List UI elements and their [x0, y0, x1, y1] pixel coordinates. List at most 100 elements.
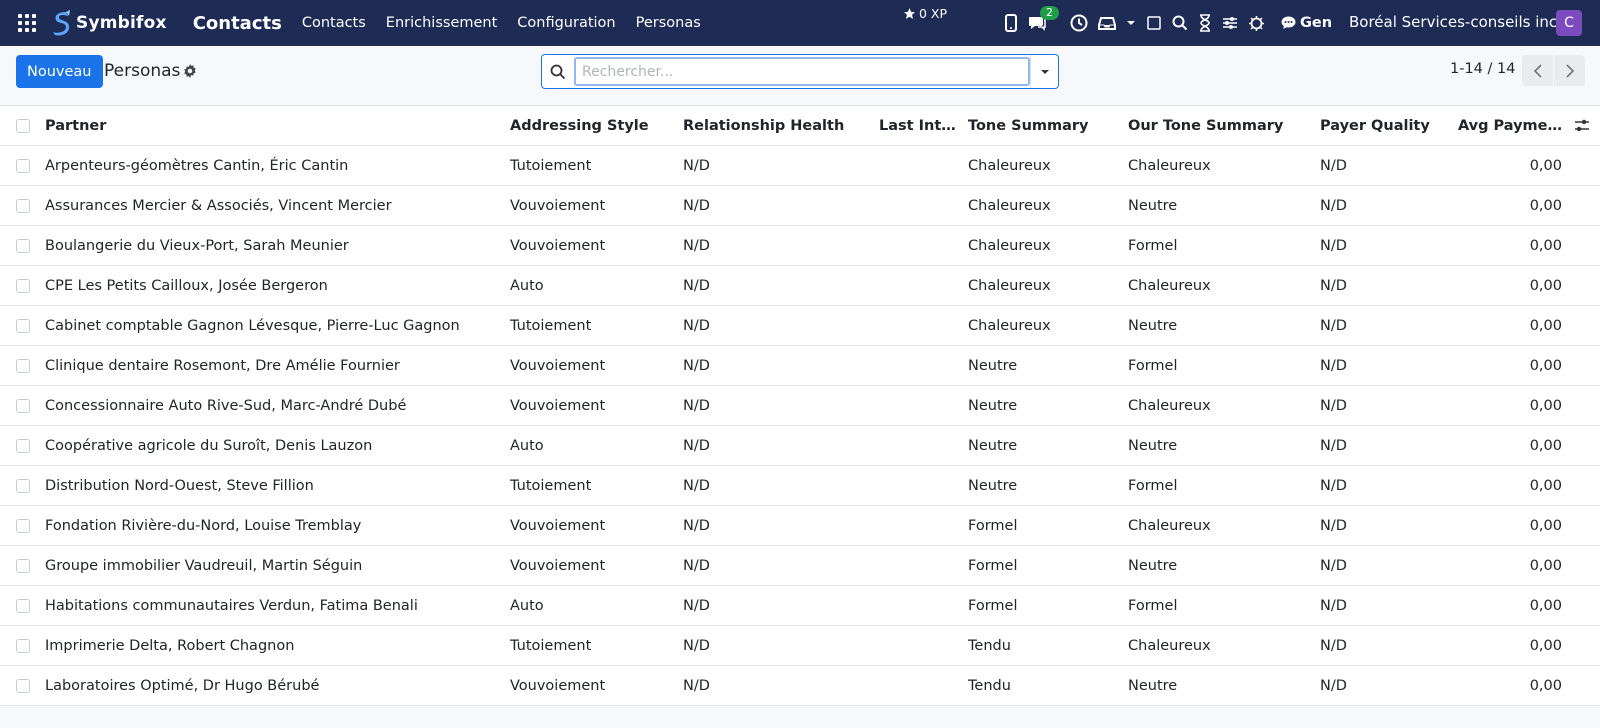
- user-avatar[interactable]: C: [1556, 10, 1582, 36]
- row-checkbox[interactable]: [16, 239, 30, 253]
- menu-item-contacts[interactable]: Contacts: [302, 15, 366, 31]
- select-all-checkbox[interactable]: [16, 119, 30, 133]
- table-row[interactable]: Assurances Mercier & Associés, Vincent M…: [0, 186, 1600, 226]
- row-checkbox[interactable]: [16, 399, 30, 413]
- cell-addressing-style: Vouvoiement: [510, 678, 606, 694]
- cell-our-tone-summary: Neutre: [1128, 558, 1178, 574]
- menu-item-configuration[interactable]: Configuration: [517, 15, 615, 31]
- menu-item-personas[interactable]: Personas: [636, 15, 701, 31]
- chat-icon[interactable]: 2: [1028, 6, 1059, 31]
- cell-tone-summary: Formel: [968, 518, 1018, 534]
- column-header-relationship-health[interactable]: Relationship Health: [683, 106, 873, 146]
- table-row[interactable]: Boulangerie du Vieux-Port, Sarah Meunier…: [0, 226, 1600, 266]
- cell-our-tone-summary: Neutre: [1128, 678, 1178, 694]
- table-row[interactable]: Laboratoires Optimé, Dr Hugo Bérubé Vouv…: [0, 666, 1600, 706]
- search-options-toggle[interactable]: [1030, 55, 1058, 88]
- table-row[interactable]: Distribution Nord-Ouest, Steve Fillion T…: [0, 466, 1600, 506]
- search-icon[interactable]: [1172, 15, 1188, 31]
- menu-item-enrichissement[interactable]: Enrichissement: [386, 15, 497, 31]
- cell-addressing-style: Vouvoiement: [510, 518, 606, 534]
- chevron-left-icon: [1533, 63, 1542, 78]
- row-checkbox[interactable]: [16, 359, 30, 373]
- row-checkbox[interactable]: [16, 319, 30, 333]
- row-checkbox[interactable]: [16, 159, 30, 173]
- column-header-avg-payment[interactable]: Avg Payme…: [1450, 106, 1562, 146]
- cell-relationship-health: N/D: [683, 318, 710, 334]
- cell-tone-summary: Neutre: [968, 358, 1018, 374]
- cell-our-tone-summary: Neutre: [1128, 438, 1178, 454]
- note-icon[interactable]: [1146, 15, 1162, 31]
- comment-icon: [1281, 16, 1296, 29]
- table-row[interactable]: Habitations communautaires Verdun, Fatim…: [0, 586, 1600, 626]
- search-icon: [542, 64, 574, 80]
- new-button[interactable]: Nouveau: [16, 55, 103, 88]
- row-checkbox[interactable]: [16, 679, 30, 693]
- row-checkbox[interactable]: [16, 279, 30, 293]
- company-switcher[interactable]: Boréal Services-conseils inc.: [1349, 13, 1562, 31]
- table-row[interactable]: Imprimerie Delta, Robert Chagnon Tutoiem…: [0, 626, 1600, 666]
- pager-next-button[interactable]: [1554, 55, 1585, 86]
- cell-partner: CPE Les Petits Cailloux, Josée Bergeron: [45, 278, 328, 294]
- cell-relationship-health: N/D: [683, 478, 710, 494]
- cell-partner: Boulangerie du Vieux-Port, Sarah Meunier: [45, 238, 349, 254]
- search-input[interactable]: [574, 57, 1030, 86]
- column-header-payer-quality[interactable]: Payer Quality: [1320, 106, 1450, 146]
- table-row[interactable]: Coopérative agricole du Suroît, Denis La…: [0, 426, 1600, 466]
- cell-tone-summary: Tendu: [968, 638, 1011, 654]
- column-header-last-interaction[interactable]: Last Inte…: [879, 106, 958, 146]
- column-header-tone-summary[interactable]: Tone Summary: [968, 106, 1118, 146]
- hourglass-icon[interactable]: [1198, 14, 1212, 32]
- column-header-addressing-style[interactable]: Addressing Style: [510, 106, 670, 146]
- row-checkbox[interactable]: [16, 519, 30, 533]
- brand[interactable]: Symbifox: [50, 10, 167, 36]
- gen-button[interactable]: Gen: [1281, 15, 1332, 31]
- table-row[interactable]: CPE Les Petits Cailloux, Josée Bergeron …: [0, 266, 1600, 306]
- row-checkbox[interactable]: [16, 479, 30, 493]
- clock-icon[interactable]: [1070, 14, 1088, 32]
- column-header-partner[interactable]: Partner: [45, 106, 485, 146]
- app-title[interactable]: Contacts: [193, 13, 282, 34]
- caret-down-icon[interactable]: [1126, 19, 1136, 27]
- pager-value[interactable]: 1-14 / 14: [1450, 61, 1515, 77]
- cell-addressing-style: Vouvoiement: [510, 558, 606, 574]
- column-header-our-tone-summary[interactable]: Our Tone Summary: [1128, 106, 1308, 146]
- row-checkbox[interactable]: [16, 559, 30, 573]
- table-row[interactable]: Fondation Rivière-du-Nord, Louise Trembl…: [0, 506, 1600, 546]
- breadcrumb-title: Personas: [104, 61, 181, 81]
- cell-our-tone-summary: Chaleureux: [1128, 398, 1211, 414]
- table-row[interactable]: Groupe immobilier Vaudreuil, Martin Ségu…: [0, 546, 1600, 586]
- bug-icon[interactable]: [1248, 15, 1265, 32]
- inbox-icon[interactable]: [1098, 15, 1116, 31]
- pager-previous-button[interactable]: [1522, 55, 1553, 86]
- cell-last-interaction: [879, 546, 958, 586]
- row-checkbox[interactable]: [16, 639, 30, 653]
- cell-payer-quality: N/D: [1320, 238, 1347, 254]
- table-row[interactable]: Arpenteurs-géomètres Cantin, Éric Cantin…: [0, 146, 1600, 186]
- cell-partner: Cabinet comptable Gagnon Lévesque, Pierr…: [45, 318, 460, 334]
- cell-last-interaction: [879, 626, 958, 666]
- cell-relationship-health: N/D: [683, 198, 710, 214]
- row-checkbox[interactable]: [16, 599, 30, 613]
- cell-relationship-health: N/D: [683, 158, 710, 174]
- mobile-icon[interactable]: [1004, 14, 1018, 32]
- cell-our-tone-summary: Formel: [1128, 598, 1178, 614]
- row-checkbox[interactable]: [16, 199, 30, 213]
- cell-payer-quality: N/D: [1320, 518, 1347, 534]
- row-checkbox[interactable]: [16, 439, 30, 453]
- apps-grid-icon[interactable]: [18, 14, 36, 32]
- cell-relationship-health: N/D: [683, 438, 710, 454]
- gear-icon[interactable]: [183, 64, 197, 82]
- cell-last-interaction: [879, 346, 958, 386]
- personas-list: Partner Addressing Style Relationship He…: [0, 106, 1600, 706]
- cell-addressing-style: Tutoiement: [510, 638, 592, 654]
- optional-columns-icon[interactable]: [1574, 118, 1590, 138]
- sliders-icon[interactable]: [1222, 15, 1238, 31]
- cell-avg-payment: 0,00: [1529, 358, 1562, 374]
- table-row[interactable]: Concessionnaire Auto Rive-Sud, Marc-Andr…: [0, 386, 1600, 426]
- table-row[interactable]: Cabinet comptable Gagnon Lévesque, Pierr…: [0, 306, 1600, 346]
- cell-tone-summary: Neutre: [968, 398, 1018, 414]
- xp-counter[interactable]: 0 XP: [903, 6, 947, 21]
- table-row[interactable]: Clinique dentaire Rosemont, Dre Amélie F…: [0, 346, 1600, 386]
- top-navbar: Symbifox Contacts Contacts Enrichissemen…: [0, 0, 1600, 46]
- cell-partner: Groupe immobilier Vaudreuil, Martin Ségu…: [45, 558, 363, 574]
